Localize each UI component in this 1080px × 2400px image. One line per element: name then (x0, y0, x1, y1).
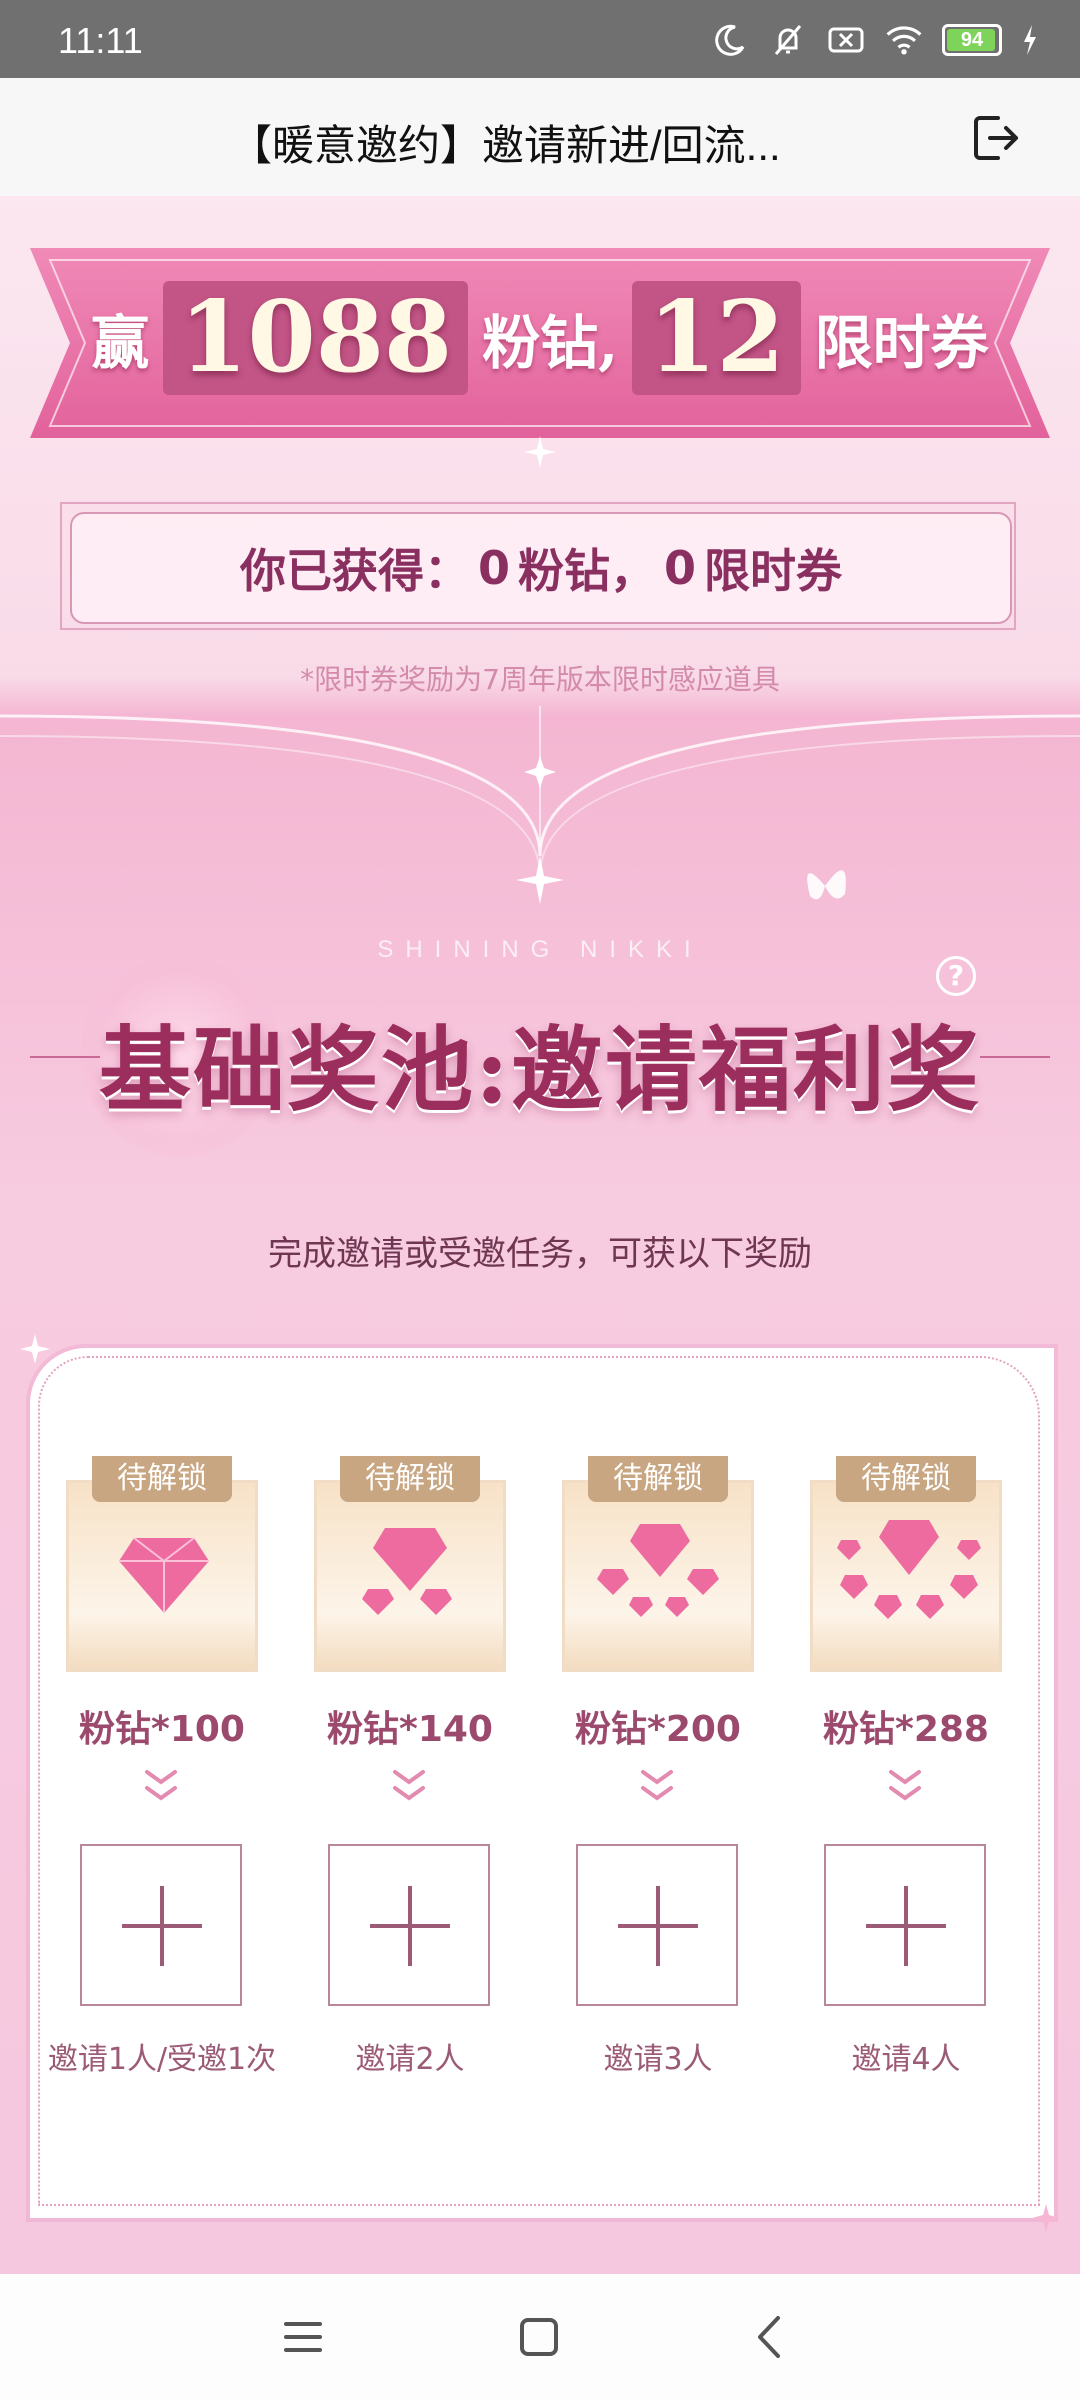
chevron-down-icon (393, 1770, 425, 1801)
earned-tickets: 0 (664, 541, 697, 595)
status-bar: 11:11 94 (0, 0, 1080, 78)
banner-text: 赢 1088 粉钻, 12 限时券 (30, 238, 1050, 438)
pink-diamond-icon (597, 1524, 719, 1617)
status-time: 11:11 (58, 20, 143, 61)
reward-label: 粉钻*100 (79, 1709, 245, 1750)
status-icons: 94 (710, 18, 1040, 62)
banner-ticket-amount: 12 (632, 280, 801, 396)
corner-sparkle-icon (1032, 2204, 1060, 2232)
charging-icon (1020, 20, 1040, 60)
locked-tag: 待解锁 (588, 1456, 728, 1502)
mute-bell-icon (768, 20, 808, 60)
sim-off-icon (826, 20, 866, 60)
locked-tag: 待解锁 (836, 1456, 976, 1502)
diamond-reward-image (562, 1480, 754, 1672)
reward-label: 粉钻*288 (823, 1709, 989, 1750)
add-invite-button[interactable] (80, 1844, 242, 2006)
moon-icon (710, 20, 750, 60)
banner-diamond-label: 粉钻, (482, 309, 619, 377)
chevron-down-icon (641, 1770, 673, 1801)
star-sparkle-icon (516, 856, 564, 904)
question-icon[interactable]: ? (936, 956, 976, 996)
earned-ticket-unit: 限时券 (704, 544, 843, 598)
sparkle-icon (524, 436, 556, 468)
battery-icon: 94 (942, 24, 1002, 56)
locked-tag: 待解锁 (92, 1456, 232, 1502)
add-invite-button[interactable] (576, 1844, 738, 2006)
reward-label: 粉钻*200 (575, 1709, 741, 1750)
pink-diamond-icon (119, 1537, 209, 1613)
earned-prefix: 你已获得： (239, 544, 470, 598)
exit-icon[interactable] (968, 110, 1024, 166)
earned-diamond-unit: 粉钻， (518, 544, 656, 598)
butterfly-icon (807, 870, 846, 900)
earned-diamonds: 0 (477, 541, 510, 595)
menu-icon[interactable] (278, 2312, 328, 2362)
pink-diamond-icon (837, 1520, 981, 1619)
title-bar: 【暖意邀约】邀请新进/回流... (0, 78, 1080, 196)
add-invite-button[interactable] (824, 1844, 986, 2006)
reward-label: 粉钻*140 (327, 1709, 493, 1750)
diamond-reward-image (810, 1480, 1002, 1672)
locked-tag: 待解锁 (340, 1456, 480, 1502)
diamond-reward-image (314, 1480, 506, 1672)
reward-banner: 赢 1088 粉钻, 12 限时券 (30, 238, 1050, 438)
add-invite-button[interactable] (328, 1844, 490, 2006)
invite-requirement: 邀请4人 (851, 2042, 961, 2077)
diamond-reward-image (66, 1480, 258, 1672)
pink-diamond-icon (362, 1528, 452, 1615)
chevron-down-icon (145, 1770, 177, 1801)
home-icon[interactable] (514, 2312, 564, 2362)
navigation-bar (0, 2274, 1080, 2400)
corner-sparkle-icon (20, 1334, 50, 1364)
battery-level: 94 (960, 28, 984, 51)
earned-summary: 你已获得： 0 粉钻， 0 限时券 (70, 512, 1012, 624)
reward-card: 待解锁 粉钻*100 邀请1人/受邀1次 待解锁 粉钻*140 邀请2人 待解锁… (20, 1334, 1060, 2232)
banner-diamond-amount: 1088 (163, 280, 469, 396)
main-content: 赢 1088 粉钻, 12 限时券 你已获得： 0 粉钻， 0 限时券 *限时券… (0, 196, 1080, 2274)
wifi-icon (884, 20, 924, 60)
earned-box: 你已获得： 0 粉钻， 0 限时券 (60, 502, 1020, 632)
brand-label: SHINING NIKKI (377, 936, 703, 963)
chevron-down-icon (889, 1770, 921, 1801)
pool-title: 基础奖池:邀请福利奖 (99, 1016, 981, 1124)
banner-prefix: 赢 (91, 309, 150, 377)
reward-subtitle: 完成邀请或受邀任务，可获以下奖励 (268, 1234, 812, 1274)
banner-ticket-label: 限时券 (814, 309, 989, 377)
page-title: 【暖意邀约】邀请新进/回流... (230, 122, 781, 169)
back-icon[interactable] (746, 2312, 796, 2362)
